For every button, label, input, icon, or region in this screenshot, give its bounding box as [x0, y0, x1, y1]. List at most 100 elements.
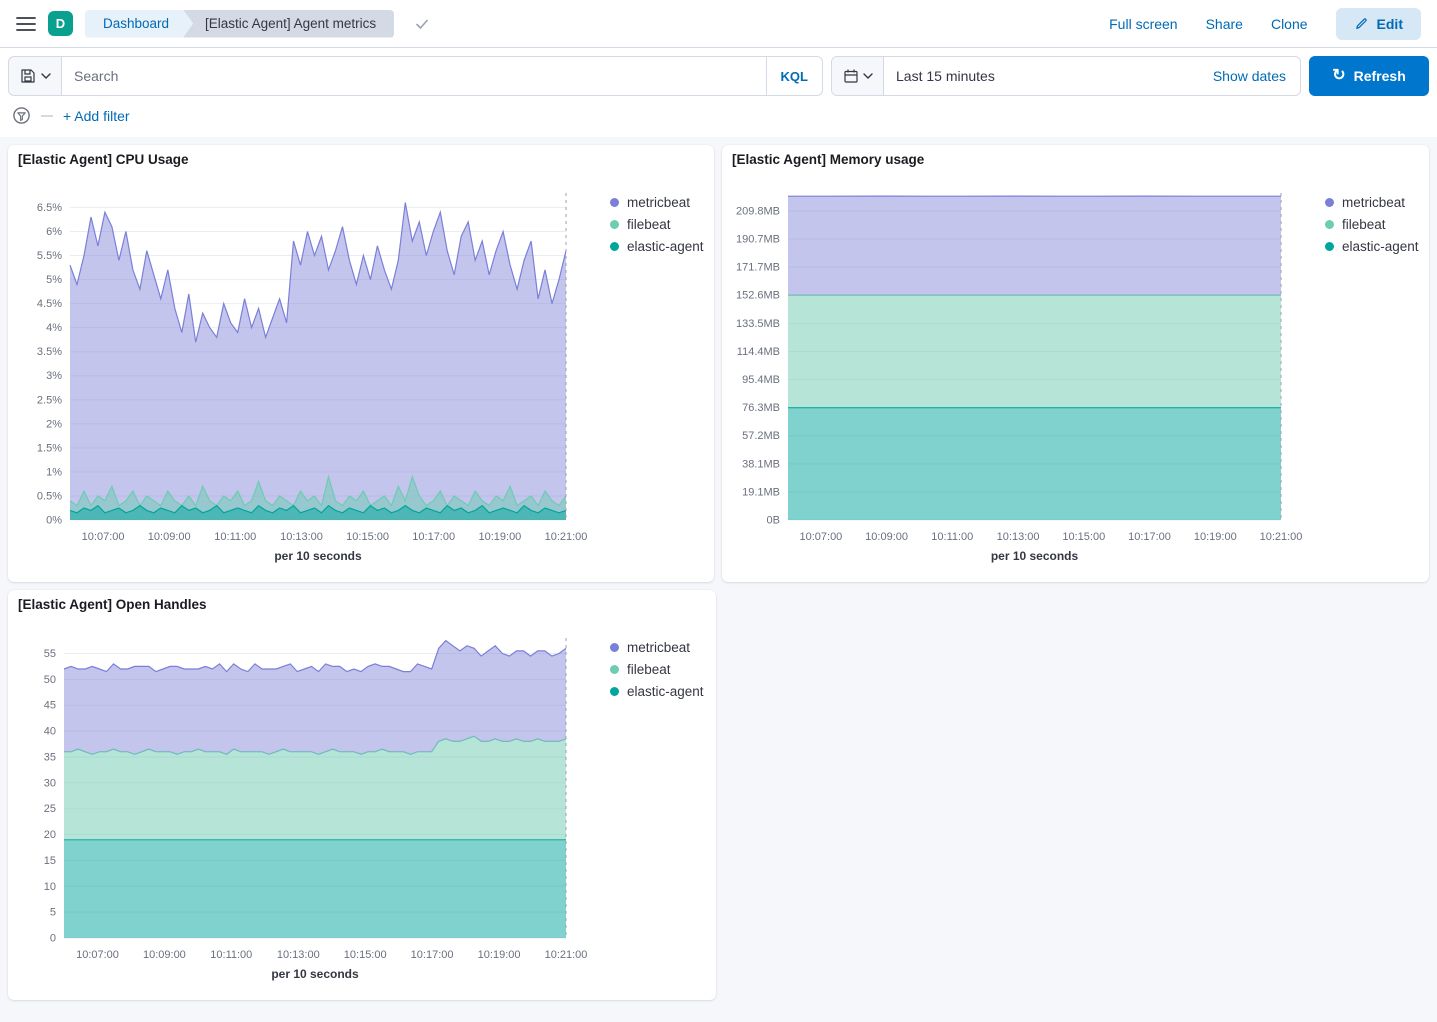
legend-label: elastic-agent	[627, 684, 704, 699]
area-elastic-agent	[64, 840, 566, 938]
x-tick-label: 10:07:00	[76, 949, 119, 961]
x-tick-label: 10:13:00	[277, 949, 320, 961]
legend-dot	[610, 242, 619, 251]
y-tick-label: 76.3MB	[742, 402, 780, 414]
share-link[interactable]: Share	[1206, 16, 1243, 32]
area-elastic-agent	[788, 408, 1281, 520]
legend-item-metricbeat[interactable]: metricbeat	[610, 640, 704, 655]
pencil-icon	[1354, 16, 1369, 31]
legend-item-elastic-agent[interactable]: elastic-agent	[610, 684, 704, 699]
space-avatar[interactable]: D	[48, 11, 73, 36]
legend-item-metricbeat[interactable]: metricbeat	[1325, 195, 1419, 210]
legend-item-elastic-agent[interactable]: elastic-agent	[610, 239, 704, 254]
cpu-usage-chart[interactable]: 0%0.5%1%1.5%2%2.5%3%3.5%4%4.5%5%5.5%6%6.…	[8, 175, 714, 582]
search-input[interactable]	[62, 57, 766, 95]
panel-title-memory-usage[interactable]: [Elastic Agent] Memory usage	[732, 152, 924, 167]
saved-query-menu-button[interactable]	[8, 56, 62, 96]
legend-item-filebeat[interactable]: filebeat	[1325, 217, 1419, 232]
x-tick-label: 10:17:00	[411, 949, 454, 961]
chevron-down-icon	[863, 73, 873, 80]
y-tick-label: 1%	[46, 466, 62, 478]
panel-title-open-handles[interactable]: [Elastic Agent] Open Handles	[18, 597, 207, 612]
edit-button-label: Edit	[1377, 16, 1403, 32]
chart-legend: metricbeat filebeat elastic-agent	[610, 640, 704, 699]
chart-legend: metricbeat filebeat elastic-agent	[610, 195, 704, 254]
refresh-button-label: Refresh	[1354, 68, 1406, 84]
full-screen-link[interactable]: Full screen	[1109, 16, 1177, 32]
x-tick-label: 10:09:00	[148, 531, 191, 543]
legend-label: filebeat	[627, 217, 671, 232]
y-tick-label: 0.5%	[37, 491, 62, 503]
x-tick-label: 10:19:00	[1194, 531, 1237, 543]
y-tick-label: 35	[44, 752, 56, 764]
y-tick-label: 15	[44, 855, 56, 867]
legend-dot	[1325, 242, 1334, 251]
legend-label: filebeat	[1342, 217, 1386, 232]
filter-icon[interactable]	[12, 106, 31, 125]
edit-button[interactable]: Edit	[1336, 8, 1421, 40]
x-tick-label: 10:09:00	[865, 531, 908, 543]
breadcrumb-current: [Elastic Agent] Agent metrics	[183, 10, 394, 38]
chart-legend: metricbeat filebeat elastic-agent	[1325, 195, 1419, 254]
y-tick-label: 133.5MB	[736, 318, 780, 330]
y-tick-label: 50	[44, 674, 56, 686]
top-header: D Dashboard [Elastic Agent] Agent metric…	[0, 0, 1437, 48]
open-handles-panel: [Elastic Agent] Open Handles 05101520253…	[8, 590, 716, 1000]
x-tick-label: 10:17:00	[1128, 531, 1171, 543]
open-handles-chart[interactable]: 051015202530354045505510:07:0010:09:0010…	[8, 620, 716, 1000]
breadcrumb: Dashboard [Elastic Agent] Agent metrics	[85, 10, 394, 38]
y-tick-label: 6.5%	[37, 202, 62, 214]
date-picker-button[interactable]	[832, 57, 884, 95]
clone-link[interactable]: Clone	[1271, 16, 1308, 32]
refresh-icon: ↻	[1332, 68, 1345, 84]
hamburger-icon	[16, 16, 36, 32]
y-tick-label: 2%	[46, 418, 62, 430]
y-tick-label: 40	[44, 726, 56, 738]
show-dates-link[interactable]: Show dates	[1213, 68, 1300, 84]
y-tick-label: 6%	[46, 226, 62, 238]
search-bar: KQL	[61, 56, 823, 96]
memory-usage-chart[interactable]: 0B19.1MB38.1MB57.2MB76.3MB95.4MB114.4MB1…	[722, 175, 1429, 582]
kql-button[interactable]: KQL	[766, 57, 822, 95]
saved-check-icon	[414, 16, 430, 32]
y-tick-label: 4%	[46, 322, 62, 334]
y-tick-label: 38.1MB	[742, 458, 780, 470]
calendar-icon	[843, 68, 859, 84]
y-tick-label: 5	[50, 907, 56, 919]
y-tick-label: 10	[44, 881, 56, 893]
x-axis-title: per 10 seconds	[274, 549, 362, 563]
y-tick-label: 114.4MB	[737, 346, 780, 358]
x-tick-label: 10:07:00	[799, 531, 842, 543]
legend-dot	[610, 665, 619, 674]
legend-label: metricbeat	[1342, 195, 1405, 210]
legend-label: filebeat	[627, 662, 671, 677]
x-tick-label: 10:11:00	[931, 531, 973, 543]
legend-item-filebeat[interactable]: filebeat	[610, 217, 704, 232]
save-icon	[20, 68, 36, 84]
y-tick-label: 2.5%	[37, 394, 62, 406]
add-filter-link[interactable]: + Add filter	[63, 108, 130, 124]
y-tick-label: 4.5%	[37, 298, 62, 310]
legend-dot	[610, 198, 619, 207]
panel-title-cpu-usage[interactable]: [Elastic Agent] CPU Usage	[18, 152, 189, 167]
time-range-label[interactable]: Last 15 minutes	[884, 68, 995, 84]
x-tick-label: 10:21:00	[545, 949, 588, 961]
x-axis-title: per 10 seconds	[991, 549, 1079, 563]
x-tick-label: 10:07:00	[82, 531, 125, 543]
date-picker: Last 15 minutes Show dates	[831, 56, 1301, 96]
x-tick-label: 10:19:00	[478, 531, 521, 543]
legend-label: elastic-agent	[627, 239, 704, 254]
y-tick-label: 55	[44, 648, 56, 660]
legend-item-filebeat[interactable]: filebeat	[610, 662, 704, 677]
y-tick-label: 1.5%	[37, 442, 62, 454]
y-tick-label: 95.4MB	[742, 374, 780, 386]
y-tick-label: 19.1MB	[742, 486, 780, 498]
menu-button[interactable]	[16, 16, 36, 32]
area-metricbeat	[64, 641, 566, 755]
refresh-button[interactable]: ↻ Refresh	[1309, 56, 1429, 96]
breadcrumb-dashboard[interactable]: Dashboard	[85, 10, 193, 38]
legend-item-elastic-agent[interactable]: elastic-agent	[1325, 239, 1419, 254]
legend-item-metricbeat[interactable]: metricbeat	[610, 195, 704, 210]
cpu-usage-panel: [Elastic Agent] CPU Usage 0%0.5%1%1.5%2%…	[8, 145, 714, 582]
x-tick-label: 10:17:00	[412, 531, 455, 543]
